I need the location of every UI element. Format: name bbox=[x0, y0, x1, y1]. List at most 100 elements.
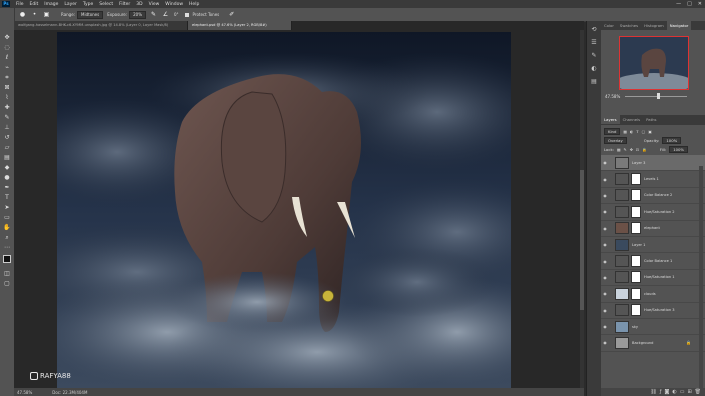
filter-shape-icon[interactable]: ▢ bbox=[642, 129, 646, 134]
history-brush-icon[interactable]: ↺ bbox=[3, 134, 11, 141]
eraser-tool-icon[interactable]: ▱ bbox=[3, 144, 11, 151]
blend-mode-select[interactable]: Overlay bbox=[604, 137, 627, 144]
navigator-thumbnail[interactable] bbox=[619, 36, 689, 90]
link-layers-icon[interactable]: ⛓ bbox=[650, 389, 656, 395]
layer-row[interactable]: ◉ elephant bbox=[601, 221, 705, 237]
layer-row[interactable]: ◉ Hue/Saturation 2 bbox=[601, 204, 705, 221]
brush-settings-icon[interactable]: ▣ bbox=[42, 10, 51, 19]
blur-tool-icon[interactable]: ◆ bbox=[3, 164, 11, 171]
path-select-tool-icon[interactable]: ➤ bbox=[3, 204, 11, 211]
brush-tool-icon[interactable]: ✎ bbox=[3, 114, 11, 121]
layer-thumbnail[interactable] bbox=[615, 173, 629, 186]
add-mask-icon[interactable]: ◙ bbox=[664, 389, 669, 395]
pen-tool-icon[interactable]: ✒ bbox=[3, 184, 11, 191]
layer-row[interactable]: ◉ Color Balance 2 bbox=[601, 188, 705, 205]
new-group-icon[interactable]: ▭ bbox=[680, 389, 685, 395]
tab-navigator[interactable]: Navigator bbox=[666, 21, 692, 30]
eye-icon[interactable]: ◉ bbox=[601, 324, 609, 329]
layer-row[interactable]: ◉ clouds bbox=[601, 286, 705, 303]
angle-value[interactable]: 0° bbox=[174, 12, 179, 17]
layer-thumbnail[interactable] bbox=[615, 156, 629, 169]
brush-panel-icon[interactable]: ✎ bbox=[590, 52, 598, 59]
eye-icon[interactable]: ◉ bbox=[601, 259, 609, 264]
photoshop-logo-icon[interactable]: Ps bbox=[2, 1, 10, 7]
layer-mask-thumbnail[interactable] bbox=[631, 222, 641, 235]
gradient-tool-icon[interactable]: ▤ bbox=[3, 154, 11, 161]
layer-row[interactable]: ◉ Color Balance 1 bbox=[601, 253, 705, 270]
layer-name[interactable]: Hue/Saturation 1 bbox=[644, 275, 675, 279]
menu-filter[interactable]: Filter bbox=[116, 2, 133, 7]
navigator-slider-knob[interactable] bbox=[657, 93, 660, 99]
filter-pixel-icon[interactable]: ▦ bbox=[623, 129, 627, 134]
navigator-zoom-slider[interactable] bbox=[625, 96, 687, 97]
tab-layers[interactable]: Layers bbox=[601, 115, 620, 124]
hand-tool-icon[interactable]: ✋ bbox=[3, 224, 11, 231]
dodge-tool-preset-icon[interactable]: ● bbox=[18, 10, 27, 19]
layer-thumbnail[interactable] bbox=[615, 205, 629, 218]
menu-edit[interactable]: Edit bbox=[27, 2, 42, 7]
marquee-tool-icon[interactable]: ◌ bbox=[3, 44, 11, 51]
eyedropper-tool-icon[interactable]: ⌇ bbox=[3, 94, 11, 101]
shape-tool-icon[interactable]: ▭ bbox=[3, 214, 11, 221]
frame-tool-icon[interactable]: ⊠ bbox=[3, 84, 11, 91]
lasso-tool-icon[interactable]: ℓ bbox=[3, 54, 11, 61]
layer-thumbnail[interactable] bbox=[615, 222, 629, 235]
layer-thumbnail[interactable] bbox=[615, 287, 629, 300]
brush-size-icon[interactable]: • bbox=[30, 10, 39, 19]
range-select[interactable]: Midtones bbox=[77, 10, 104, 19]
document-canvas[interactable] bbox=[57, 32, 511, 388]
canvas-vertical-scrollbar[interactable] bbox=[580, 30, 584, 388]
status-doc-size[interactable]: Doc: 22.3M/404M bbox=[52, 390, 87, 395]
layer-name[interactable]: Layer 1 bbox=[632, 243, 645, 247]
layer-name[interactable]: Background bbox=[632, 341, 653, 345]
eye-icon[interactable]: ◉ bbox=[601, 160, 609, 165]
eye-icon[interactable]: ◉ bbox=[601, 226, 609, 231]
menu-view[interactable]: View bbox=[146, 2, 163, 7]
layer-row[interactable]: ◉ Hue/Saturation 3 bbox=[601, 303, 705, 319]
layer-row[interactable]: ◉ Background 🔒 bbox=[601, 335, 705, 352]
menu-help[interactable]: Help bbox=[186, 2, 202, 7]
status-zoom[interactable]: 47.58% bbox=[17, 390, 32, 395]
layer-style-icon[interactable]: ƒ bbox=[660, 389, 662, 395]
lock-pixels-icon[interactable]: ▦ bbox=[617, 147, 621, 152]
layer-name[interactable]: Color Balance 2 bbox=[644, 193, 672, 197]
tab-elephant-psd[interactable]: elephant.psd @ 47.6% (Layer 2, RGB/8#) bbox=[188, 21, 292, 30]
protect-tones-checkbox[interactable] bbox=[184, 12, 189, 17]
layer-thumbnail[interactable] bbox=[615, 238, 629, 251]
layer-mask-thumbnail[interactable] bbox=[631, 304, 641, 317]
layer-filter-kind[interactable]: Kind bbox=[604, 128, 621, 135]
dodge-tool-icon[interactable]: ● bbox=[3, 174, 11, 181]
layer-row[interactable]: ◉ Hue/Saturation 1 bbox=[601, 270, 705, 287]
eye-icon[interactable]: ◉ bbox=[601, 193, 609, 198]
tab-histogram[interactable]: Histogram bbox=[641, 21, 667, 30]
crop-tool-icon[interactable]: ⌗ bbox=[3, 74, 11, 81]
fill-input[interactable]: 100% bbox=[669, 146, 689, 153]
lock-all-icon[interactable]: 🔒 bbox=[642, 147, 647, 152]
layer-name[interactable]: Layer 3 bbox=[632, 161, 645, 165]
layer-thumbnail[interactable] bbox=[615, 255, 629, 268]
layer-row[interactable]: ◉ Levels 1 bbox=[601, 171, 705, 188]
menu-window[interactable]: Window bbox=[162, 2, 186, 7]
delete-layer-icon[interactable]: 🗑 bbox=[695, 389, 701, 395]
eye-icon[interactable]: ◉ bbox=[601, 308, 609, 313]
lock-artboard-icon[interactable]: ⊡ bbox=[636, 147, 639, 152]
eye-icon[interactable]: ◉ bbox=[601, 291, 609, 296]
menu-select[interactable]: Select bbox=[96, 2, 116, 7]
airbrush-icon[interactable]: ✎ bbox=[149, 10, 158, 19]
layer-name[interactable]: Hue/Saturation 2 bbox=[644, 210, 675, 214]
pressure-icon[interactable]: ✐ bbox=[227, 10, 236, 19]
layer-row[interactable]: ◉ Layer 3 bbox=[601, 155, 705, 172]
zoom-tool-icon[interactable]: ⌕ bbox=[3, 234, 11, 241]
screen-mode-icon[interactable]: ▢ bbox=[3, 280, 11, 287]
maximize-icon[interactable]: □ bbox=[687, 1, 692, 7]
new-layer-icon[interactable]: ⊞ bbox=[687, 389, 691, 395]
lock-paint-icon[interactable]: ✎ bbox=[624, 147, 627, 152]
layers-scrollbar[interactable] bbox=[699, 166, 703, 391]
minimize-icon[interactable]: — bbox=[676, 1, 681, 7]
layer-thumbnail[interactable] bbox=[615, 304, 629, 317]
menu-type[interactable]: Type bbox=[80, 2, 96, 7]
eye-icon[interactable]: ◉ bbox=[601, 275, 609, 280]
layer-name[interactable]: Color Balance 1 bbox=[644, 259, 672, 263]
filter-type-icon[interactable]: T bbox=[636, 129, 638, 134]
quick-mask-icon[interactable]: ◫ bbox=[3, 270, 11, 277]
